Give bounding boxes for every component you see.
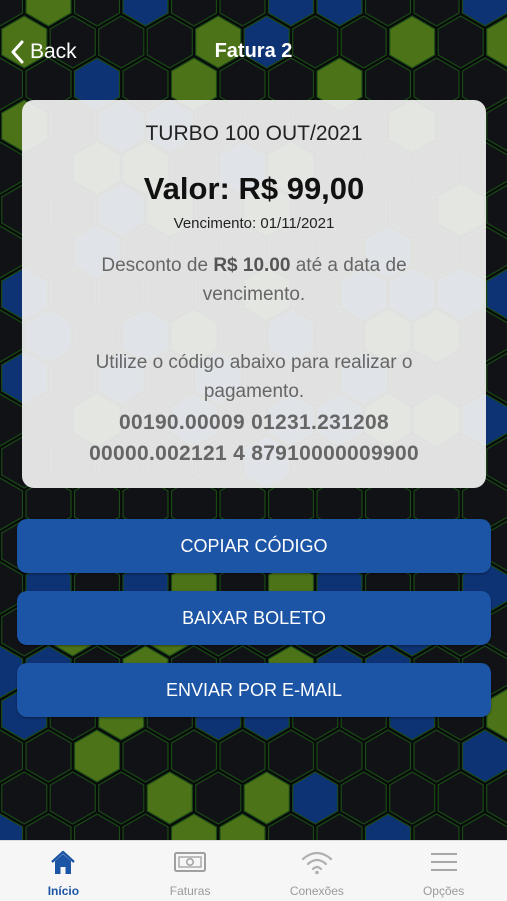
discount-amount: R$ 10.00 — [213, 255, 290, 276]
copy-code-button[interactable]: COPIAR CÓDIGO — [17, 519, 491, 573]
page-title: Fatura 2 — [0, 40, 507, 63]
tab-opcoes[interactable]: Opções — [380, 841, 507, 901]
send-email-button[interactable]: ENVIAR POR E-MAIL — [17, 663, 491, 717]
navigation-bar: Back Fatura 2 — [0, 0, 507, 100]
menu-icon — [428, 849, 460, 875]
barcode-line-1: 00190.00009 01231.231208 — [32, 407, 476, 438]
download-boleto-button[interactable]: BAIXAR BOLETO — [17, 591, 491, 645]
discount-text: Desconto de R$ 10.00 até a data de venci… — [62, 251, 446, 309]
invoice-card: TURBO 100 OUT/2021 Valor: R$ 99,00 Venci… — [22, 100, 486, 488]
tab-faturas[interactable]: Faturas — [127, 841, 254, 901]
barcode-number: 00190.00009 01231.231208 00000.002121 4 … — [32, 407, 476, 469]
tab-label: Faturas — [127, 884, 254, 898]
payment-instruction: Utilize o código abaixo para realizar o … — [62, 348, 446, 406]
tab-label: Início — [0, 884, 127, 898]
due-date: Vencimento: 01/11/2021 — [22, 215, 486, 232]
plan-name: TURBO 100 OUT/2021 — [22, 122, 486, 146]
due-date-value: 01/11/2021 — [260, 215, 334, 232]
tab-inicio[interactable]: Início — [0, 841, 127, 901]
wifi-icon — [300, 849, 334, 875]
due-date-label: Vencimento: — [174, 215, 257, 232]
invoice-amount: Valor: R$ 99,00 — [22, 171, 486, 207]
banknote-icon — [173, 849, 207, 875]
discount-prefix: Desconto de — [101, 255, 208, 276]
tab-label: Opções — [380, 884, 507, 898]
tab-bar: Início Faturas Conexões Opções — [0, 840, 507, 901]
tab-label: Conexões — [254, 884, 381, 898]
tab-conexoes[interactable]: Conexões — [254, 841, 381, 901]
barcode-line-2: 00000.002121 4 87910000009900 — [32, 438, 476, 469]
home-icon — [49, 849, 77, 877]
